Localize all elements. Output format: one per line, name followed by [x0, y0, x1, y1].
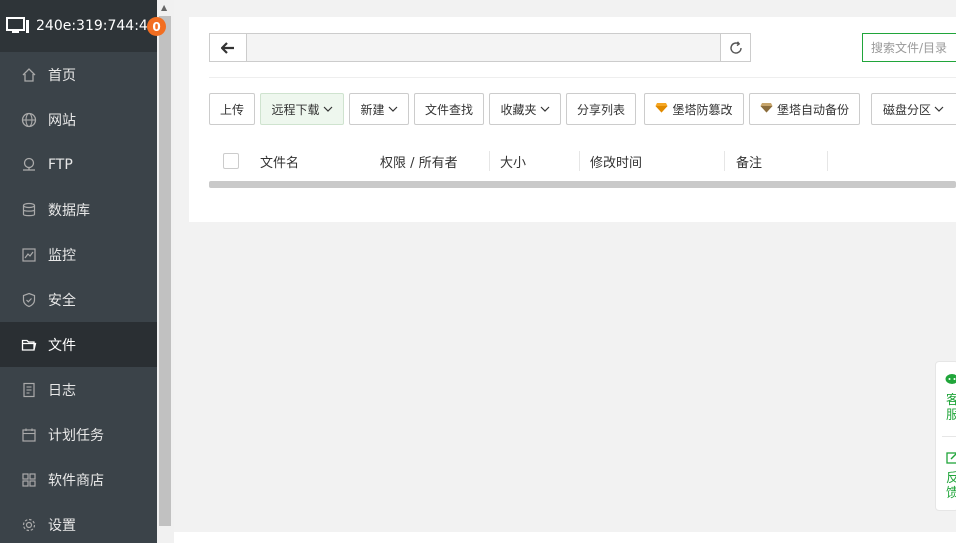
divider	[942, 436, 956, 437]
feedback-link[interactable]: 反馈	[946, 471, 956, 501]
file-manager-panel: 上传 远程下载 新建 文件查找 收藏夹 分享列表 堡塔防篡改 堡塔自动备份 磁盘…	[189, 17, 956, 222]
ftp-icon	[21, 157, 37, 173]
upload-button[interactable]: 上传	[209, 93, 255, 125]
sidebar-item-cron[interactable]: 计划任务	[0, 412, 157, 457]
server-host: 240e:319:744:4...	[36, 18, 150, 34]
sidebar-item-security[interactable]: 安全	[0, 277, 157, 322]
remote-download-label: 远程下载	[271, 102, 320, 117]
favorites-button[interactable]: 收藏夹	[489, 93, 561, 125]
chevron-down-icon	[934, 102, 944, 116]
vertical-scrollbar[interactable]: ▲	[157, 0, 174, 543]
disk-partition-label: 磁盘分区	[883, 102, 932, 117]
refresh-icon	[729, 40, 742, 54]
disk-partition-button[interactable]: 磁盘分区	[871, 93, 956, 125]
notification-badge[interactable]: 0	[147, 17, 166, 36]
column-permission-owner[interactable]: 权限 / 所有者	[380, 141, 458, 181]
chevron-down-icon	[388, 102, 398, 116]
share-list-button[interactable]: 分享列表	[566, 93, 636, 125]
sidebar: 240e:319:744:4... 0 首页 网站 FTP 数据库 监控 安全 …	[0, 0, 166, 543]
sidebar-item-app-store[interactable]: 软件商店	[0, 457, 157, 502]
tamper-proof-label: 堡塔防篡改	[672, 102, 733, 117]
floating-help-widget: 客服 反馈	[935, 361, 956, 511]
customer-service-link[interactable]: 客服	[946, 393, 956, 423]
sidebar-menu: 首页 网站 FTP 数据库 监控 安全 文件 日志 计划任务 软件商店 设置	[0, 52, 157, 543]
folder-icon	[21, 337, 37, 353]
divider	[209, 77, 956, 78]
column-divider	[724, 151, 725, 171]
database-icon	[21, 202, 37, 218]
sidebar-item-database[interactable]: 数据库	[0, 187, 157, 232]
sidebar-item-label: 首页	[48, 67, 76, 84]
column-divider	[489, 151, 490, 171]
monitor-icon	[21, 247, 37, 263]
computer-icon	[6, 17, 29, 33]
search-input[interactable]	[862, 33, 956, 62]
horizontal-scrollbar[interactable]	[209, 181, 956, 188]
scrollbar-thumb[interactable]	[159, 16, 171, 526]
path-bar	[209, 33, 751, 62]
server-header[interactable]: 240e:319:744:4...	[0, 0, 157, 52]
sidebar-item-label: 网站	[48, 112, 76, 129]
sidebar-item-label: 计划任务	[48, 427, 104, 444]
column-modified-time[interactable]: 修改时间	[590, 141, 642, 181]
sidebar-item-ftp[interactable]: FTP	[0, 142, 157, 187]
new-label: 新建	[360, 102, 385, 117]
file-search-label: 文件查找	[424, 102, 473, 117]
column-filename[interactable]: 文件名	[260, 141, 299, 181]
file-search-button[interactable]: 文件查找	[414, 93, 484, 125]
sidebar-item-home[interactable]: 首页	[0, 52, 157, 97]
arrow-left-icon	[221, 41, 234, 54]
favorites-label: 收藏夹	[500, 102, 537, 117]
sidebar-item-website[interactable]: 网站	[0, 97, 157, 142]
scroll-up-icon[interactable]: ▲	[161, 3, 167, 12]
remote-download-button[interactable]: 远程下载	[260, 93, 344, 125]
sidebar-item-label: 文件	[48, 337, 76, 354]
new-button[interactable]: 新建	[349, 93, 409, 125]
sidebar-item-label: 监控	[48, 247, 76, 264]
sidebar-item-label: 设置	[48, 517, 76, 534]
sidebar-item-files[interactable]: 文件	[0, 322, 157, 367]
gear-icon	[21, 517, 37, 533]
grid-icon	[21, 472, 37, 488]
chevron-down-icon	[323, 102, 333, 116]
refresh-button[interactable]	[720, 34, 750, 61]
chevron-down-icon	[540, 102, 550, 116]
sidebar-item-monitor[interactable]: 监控	[0, 232, 157, 277]
column-divider	[827, 151, 828, 171]
log-icon	[21, 382, 37, 398]
diamond-icon	[760, 102, 773, 116]
back-button[interactable]	[210, 34, 247, 61]
path-input[interactable]	[247, 34, 720, 61]
calendar-icon	[21, 427, 37, 443]
sidebar-item-label: 日志	[48, 382, 76, 399]
diamond-icon	[655, 102, 668, 116]
sidebar-item-label: 软件商店	[48, 472, 104, 489]
sidebar-item-logs[interactable]: 日志	[0, 367, 157, 412]
sidebar-item-settings[interactable]: 设置	[0, 502, 157, 543]
column-size[interactable]: 大小	[500, 141, 526, 181]
select-all-checkbox[interactable]	[223, 153, 239, 169]
sidebar-item-label: 数据库	[48, 202, 90, 219]
column-divider	[579, 151, 580, 171]
auto-backup-button[interactable]: 堡塔自动备份	[749, 93, 860, 125]
sidebar-item-label: FTP	[48, 156, 73, 173]
file-table-header: 文件名 权限 / 所有者 大小 修改时间 备注	[209, 141, 956, 181]
sidebar-item-label: 安全	[48, 292, 76, 309]
auto-backup-label: 堡塔自动备份	[776, 102, 849, 117]
tamper-proof-button[interactable]: 堡塔防篡改	[644, 93, 744, 125]
home-icon	[21, 67, 37, 83]
upload-label: 上传	[219, 102, 244, 117]
bottom-panel	[174, 532, 956, 543]
chat-icon[interactable]	[945, 373, 956, 390]
globe-icon	[21, 112, 37, 128]
edit-icon[interactable]	[946, 451, 956, 468]
column-remarks[interactable]: 备注	[736, 141, 762, 181]
shield-icon	[21, 292, 37, 308]
share-list-label: 分享列表	[576, 102, 625, 117]
